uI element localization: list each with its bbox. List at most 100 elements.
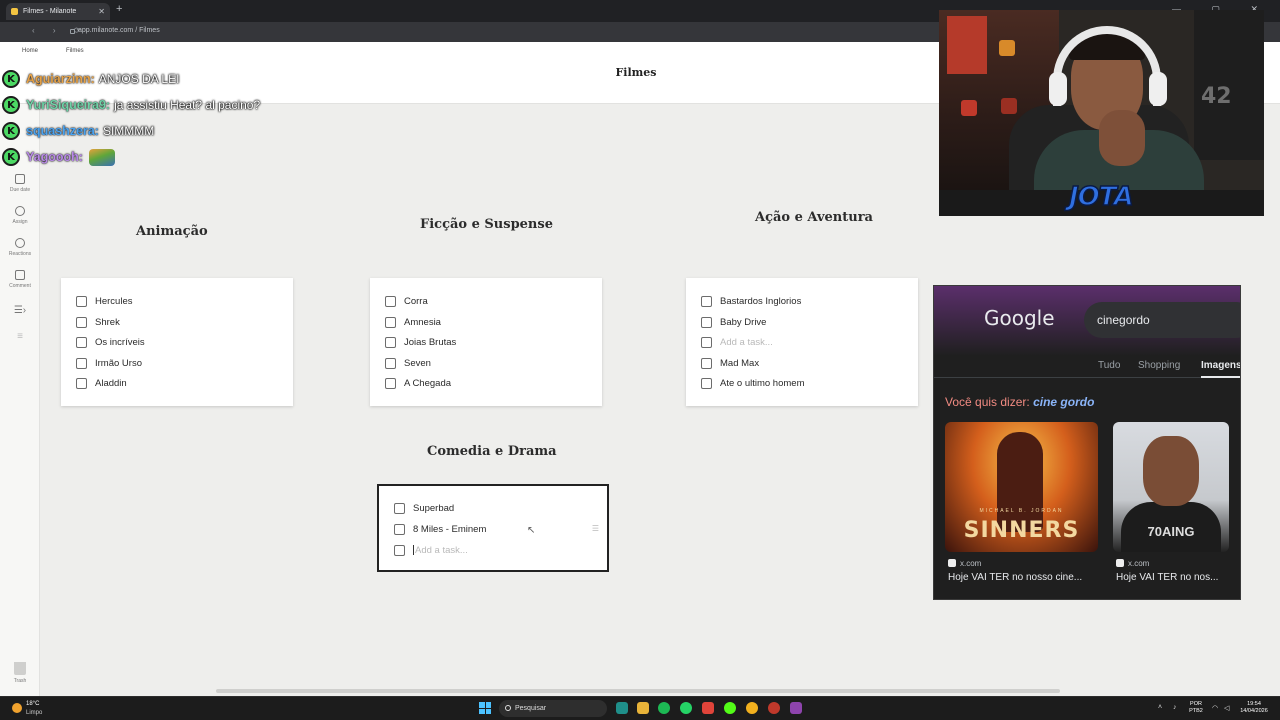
task-item[interactable]: Seven [385, 355, 431, 371]
spotify-icon[interactable] [658, 702, 670, 714]
task-checkbox[interactable] [701, 316, 712, 328]
emoji-icon [15, 238, 25, 248]
jersey-number: 42 [1201, 84, 1232, 109]
todo-card-ficcao[interactable]: Corra Amnesia Joias Brutas Seven A Chega… [370, 278, 602, 406]
app-icon[interactable] [790, 702, 802, 714]
kick-icon[interactable] [724, 702, 736, 714]
task-checkbox[interactable] [76, 295, 87, 307]
figure-icon [1001, 98, 1017, 114]
keyboard-layout: PTB2 [1189, 708, 1203, 714]
result-source[interactable]: x.com [948, 559, 981, 568]
wifi-icon[interactable]: ◠ [1212, 704, 1218, 712]
result-caption[interactable]: Hoje VAI TER no nosso cine... [948, 572, 1098, 583]
image-result[interactable]: 70AING [1113, 422, 1229, 552]
tool-reactions[interactable]: Reactions [2, 238, 38, 257]
browser-tab-milanote[interactable]: Filmes - Milanote ✕ [6, 3, 110, 20]
task-item[interactable]: Mad Max [701, 355, 759, 371]
chat-emote-icon [88, 148, 115, 166]
tab-imagens[interactable]: Imagens [1201, 360, 1240, 371]
tray-chevron-icon[interactable]: ˄ [1158, 704, 1162, 711]
task-item[interactable]: Amnesia [385, 314, 441, 330]
whatsapp-icon[interactable] [680, 702, 692, 714]
taskbar-search[interactable]: Pesquisar [499, 700, 607, 717]
todo-card-comedia[interactable]: Superbad 8 Miles - Eminem Add a task... … [377, 484, 609, 572]
task-checkbox[interactable] [394, 544, 405, 556]
add-task-input[interactable]: Add a task... [394, 542, 468, 558]
column-title-ficcao[interactable]: Ficção e Suspense [420, 217, 553, 232]
browser-tab-title: Filmes - Milanote [23, 8, 77, 15]
task-item[interactable]: Shrek [76, 314, 120, 330]
tab-shopping[interactable]: Shopping [1138, 360, 1180, 371]
chrome-icon[interactable] [746, 702, 758, 714]
app-icon[interactable] [616, 702, 628, 714]
active-tab-indicator [1201, 376, 1240, 378]
task-checkbox[interactable] [76, 316, 87, 328]
volume-icon[interactable]: ◁ [1224, 704, 1229, 712]
task-label: Mad Max [720, 357, 760, 369]
task-item[interactable]: Corra [385, 293, 428, 309]
tab-close-icon[interactable]: ✕ [98, 3, 105, 20]
task-checkbox[interactable] [76, 377, 87, 389]
task-checkbox[interactable] [385, 357, 396, 369]
brave-icon[interactable] [702, 702, 714, 714]
task-item[interactable]: Aladdin [76, 375, 127, 391]
column-title-acao[interactable]: Ação e Aventura [755, 210, 873, 225]
app-icon[interactable] [768, 702, 780, 714]
google-search-input[interactable]: cinegordo [1084, 302, 1240, 338]
task-item[interactable]: Ate o ultimo homem [701, 375, 804, 391]
task-item[interactable]: Baby Drive [701, 314, 766, 330]
column-title-comedia[interactable]: Comedia e Drama [427, 444, 557, 459]
todo-card-acao[interactable]: Bastardos Inglorios Baby Drive Add a tas… [686, 278, 918, 406]
language-indicator[interactable]: POR PTB2 [1186, 701, 1206, 715]
result-source[interactable]: x.com [1116, 559, 1149, 568]
result-caption[interactable]: Hoje VAI TER no nos... [1116, 572, 1234, 583]
did-you-mean-link[interactable]: cine gordo [1033, 395, 1094, 409]
start-button[interactable] [479, 702, 491, 714]
tool-label: Reactions [8, 251, 32, 257]
todo-card-animacao[interactable]: Hercules Shrek Os incríveis Irmão Urso A… [61, 278, 293, 406]
task-checkbox[interactable] [76, 357, 87, 369]
new-tab-icon[interactable]: + [116, 3, 122, 15]
file-explorer-icon[interactable] [637, 702, 649, 714]
headphone-cup [1049, 72, 1067, 106]
clock[interactable]: 19:54 14/04/2026 [1236, 701, 1272, 715]
task-checkbox[interactable] [385, 336, 396, 348]
image-result[interactable]: MICHAEL B. JORDAN SINNERS [945, 422, 1098, 552]
task-checkbox[interactable] [385, 377, 396, 389]
windows-taskbar: 18°C Limpo Pesquisar ˄ ♪ POR PTB2 ◠ ◁ 19… [0, 696, 1280, 720]
horizontal-scrollbar[interactable] [216, 689, 1060, 693]
task-item[interactable]: Superbad [394, 500, 454, 516]
list-arrow-icon: ☰› [13, 305, 27, 316]
task-item[interactable]: A Chegada [385, 375, 451, 391]
task-checkbox[interactable] [76, 336, 87, 348]
task-checkbox[interactable] [701, 377, 712, 389]
task-checkbox[interactable] [394, 523, 405, 535]
task-item[interactable]: Joias Brutas [385, 334, 456, 350]
add-task-input[interactable]: Add a task... [701, 334, 773, 350]
task-checkbox[interactable] [701, 336, 712, 348]
result-source-text: x.com [1128, 559, 1150, 568]
task-item[interactable]: Hercules [76, 293, 133, 309]
task-item[interactable]: Irmão Urso [76, 355, 142, 371]
task-checkbox[interactable] [394, 502, 405, 514]
tool-assign[interactable]: Assign [2, 206, 38, 225]
task-checkbox[interactable] [385, 316, 396, 328]
kick-badge-icon: K [2, 122, 20, 140]
tab-tudo[interactable]: Tudo [1098, 360, 1120, 371]
did-you-mean-label: Você quis dizer: [945, 395, 1030, 409]
drag-handle-icon[interactable]: ☰ [592, 524, 599, 533]
tool-more[interactable]: ☰› [2, 300, 38, 318]
task-item[interactable]: 8 Miles - Eminem [394, 521, 486, 537]
add-task-placeholder: Add a task... [415, 544, 468, 556]
chat-message: K YuriSiqueira9: ja assistiu Heat? al pa… [2, 95, 260, 115]
microphone-icon[interactable]: ♪ [1173, 704, 1177, 711]
tool-collapsed[interactable]: ≡ [2, 326, 38, 344]
task-checkbox[interactable] [701, 357, 712, 369]
trash-button[interactable]: Trash [12, 662, 28, 684]
task-item[interactable]: Bastardos Inglorios [701, 293, 801, 309]
tool-comment[interactable]: Comment [2, 270, 38, 289]
task-checkbox[interactable] [701, 295, 712, 307]
task-checkbox[interactable] [385, 295, 396, 307]
task-item[interactable]: Os incríveis [76, 334, 145, 350]
column-title-animacao[interactable]: Animação [136, 224, 208, 239]
